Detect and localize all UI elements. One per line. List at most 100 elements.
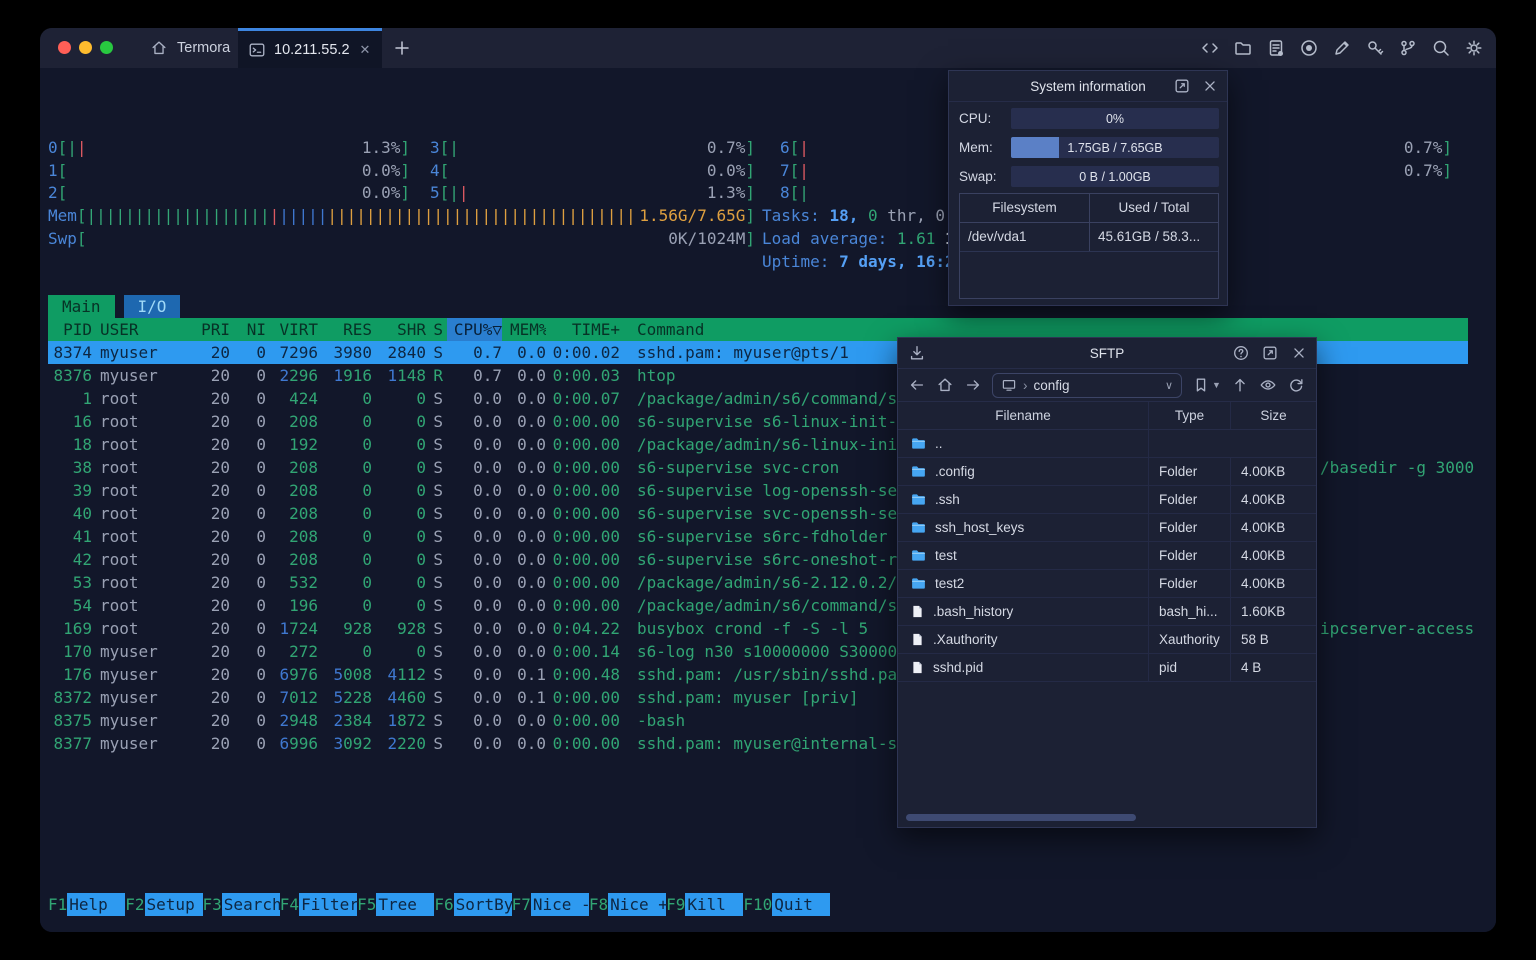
bookmark-dropdown-icon[interactable]: ▼	[1212, 380, 1221, 390]
fn-action-sortby[interactable]: SortBy	[453, 893, 513, 916]
fn-key-f5: F5	[357, 895, 377, 914]
cpu-meter-3: 3[| 0.7%]	[430, 138, 755, 157]
fn-action-search[interactable]: Search	[221, 893, 282, 916]
new-tab-button[interactable]	[392, 38, 412, 58]
fn-action-tree[interactable]: Tree	[376, 893, 435, 916]
bookmark-icon[interactable]	[1192, 376, 1210, 394]
col-ni[interactable]: NI	[230, 318, 266, 341]
minimize-window-button[interactable]	[79, 41, 92, 54]
folder-icon	[910, 435, 927, 452]
col-virt[interactable]: VIRT	[266, 318, 318, 341]
col-type[interactable]: Type	[1149, 402, 1231, 429]
col-user[interactable]: USER	[92, 318, 196, 341]
show-hidden-icon[interactable]	[1259, 376, 1277, 394]
file-row[interactable]: .bash_history bash_hi... 1.60KB	[898, 598, 1316, 626]
home-icon[interactable]	[936, 376, 954, 394]
filesystem-row[interactable]: /dev/vda1 45.61GB / 58.3...	[960, 223, 1218, 252]
htop-tab-main[interactable]: Main	[48, 295, 115, 318]
horizontal-scrollbar[interactable]	[906, 814, 1136, 821]
fs-col-filesystem: Filesystem	[960, 194, 1090, 222]
file-row[interactable]: sshd.pid pid 4 B	[898, 654, 1316, 682]
fn-action-setup[interactable]: Setup	[144, 893, 203, 916]
pencil-icon[interactable]	[1332, 38, 1352, 58]
file-icon	[910, 660, 925, 675]
up-directory-icon[interactable]	[1231, 376, 1249, 394]
search-icon[interactable]	[1431, 38, 1451, 58]
file-icon	[910, 604, 925, 619]
swap-label: Swap:	[959, 169, 997, 184]
col-shr[interactable]: SHR	[372, 318, 426, 341]
forward-icon[interactable]	[964, 376, 982, 394]
gear-icon[interactable]	[1464, 38, 1484, 58]
refresh-icon[interactable]	[1287, 376, 1305, 394]
key-icon[interactable]	[1365, 38, 1385, 58]
back-icon[interactable]	[908, 376, 926, 394]
titlebar: Termora 10.211.55.2 ✕	[40, 28, 1496, 68]
code-icon[interactable]	[1200, 38, 1220, 58]
mem-meter: Mem[||||||||||||||||||||||||||||||||||||…	[48, 206, 755, 226]
fn-action-help[interactable]: Help	[67, 893, 126, 916]
file-row[interactable]: ssh_host_keys Folder 4.00KB	[898, 514, 1316, 542]
col-pid[interactable]: PID	[48, 318, 92, 341]
file-row[interactable]: .Xauthority Xauthority 58 B	[898, 626, 1316, 654]
htop-tab-io[interactable]: I/O	[123, 295, 181, 318]
close-window-button[interactable]	[58, 41, 71, 54]
help-icon[interactable]	[1232, 344, 1250, 362]
record-icon[interactable]	[1299, 38, 1319, 58]
tab-close-icon[interactable]: ✕	[360, 42, 371, 58]
col-cpu[interactable]: CPU%▽	[447, 318, 502, 341]
function-key-bar: F1 Help F2 Setup F3 Search F4 Filter F5 Tree F6 Sor…	[48, 893, 831, 916]
cpu-usage-bar: 0%	[1011, 108, 1219, 129]
col-s[interactable]: S	[426, 318, 447, 341]
cpu-meter-5: 5[|| 1.3%]	[430, 183, 755, 203]
file-row[interactable]: ..	[898, 430, 1316, 458]
open-in-window-icon[interactable]	[1261, 344, 1279, 362]
download-icon[interactable]	[908, 344, 926, 362]
col-time[interactable]: TIME+	[546, 318, 620, 341]
col-res[interactable]: RES	[318, 318, 372, 341]
system-information-panel: System information CPU: 0% Mem: 1.75GB /…	[948, 70, 1228, 306]
app-label: Termora	[177, 40, 231, 56]
sftp-toolbar: › config ∨ ▼	[898, 369, 1316, 401]
col-mem[interactable]: MEM%	[502, 318, 546, 341]
fn-key-f6: F6	[434, 895, 454, 914]
folder-icon[interactable]	[1233, 38, 1253, 58]
col-pri[interactable]: PRI	[196, 318, 230, 341]
col-size[interactable]: Size	[1231, 402, 1316, 429]
open-in-window-icon[interactable]	[1173, 77, 1191, 95]
fn-action-kill[interactable]: Kill	[685, 893, 744, 916]
current-folder: config	[1033, 377, 1070, 393]
fn-key-f4: F4	[279, 895, 300, 914]
cpu-label: CPU:	[959, 111, 992, 126]
path-breadcrumb[interactable]: › config ∨	[992, 372, 1182, 398]
swap-usage-bar: 0 B / 1.00GB	[1011, 166, 1219, 187]
fn-action-quit[interactable]: Quit	[772, 893, 831, 916]
folder-icon	[910, 547, 927, 564]
fn-key-f9: F9	[666, 895, 686, 914]
fn-action-nice-[interactable]: Nice -	[530, 893, 591, 916]
htop-tabs: Main I/O	[48, 295, 181, 318]
fn-key-f2: F2	[125, 895, 145, 914]
file-row[interactable]: test2 Folder 4.00KB	[898, 570, 1316, 598]
fn-action-nice-[interactable]: Nice +	[608, 893, 668, 916]
fn-action-filter[interactable]: Filter	[299, 893, 359, 916]
fn-key-f1: F1	[48, 895, 68, 914]
home-icon	[150, 39, 168, 57]
home-tab[interactable]: Termora	[136, 28, 244, 68]
file-table: Filename Type Size .. .config Folder 4.00KB…	[898, 401, 1316, 682]
folder-icon	[910, 491, 927, 508]
folder-icon	[910, 519, 927, 536]
tab-active-session[interactable]: 10.211.55.2 ✕	[238, 28, 382, 68]
close-icon[interactable]	[1290, 344, 1308, 362]
swp-meter: Swp[0K/1024M]	[48, 228, 755, 248]
col-filename[interactable]: Filename	[898, 402, 1149, 429]
zoom-window-button[interactable]	[100, 41, 113, 54]
git-branch-icon[interactable]	[1398, 38, 1418, 58]
cpu-meter-4: 4[0.0%]	[430, 160, 755, 180]
file-row[interactable]: test Folder 4.00KB	[898, 542, 1316, 570]
close-icon[interactable]	[1201, 77, 1219, 95]
folder-icon	[910, 463, 927, 480]
file-row[interactable]: .config Folder 4.00KB	[898, 458, 1316, 486]
file-badge-icon[interactable]	[1266, 38, 1286, 58]
file-row[interactable]: .ssh Folder 4.00KB	[898, 486, 1316, 514]
